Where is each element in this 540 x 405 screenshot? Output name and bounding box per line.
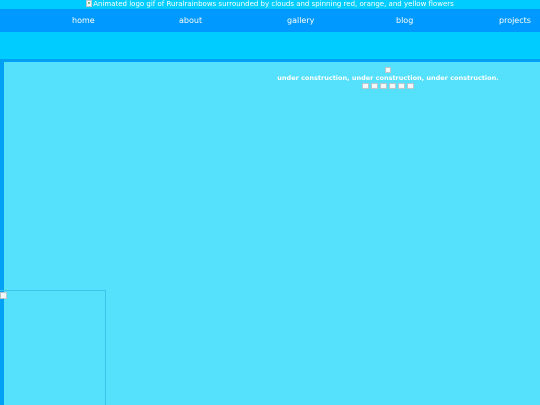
sidebar-box — [0, 290, 106, 405]
broken-image-icon — [407, 83, 414, 89]
under-construction-image-icon — [385, 67, 391, 73]
broken-image-icon — [380, 83, 387, 89]
broken-image-icon — [86, 0, 93, 7]
under-construction-text: under construction, under construction, … — [277, 74, 499, 82]
logo-image-alt-text[interactable]: Animated logo gif of Ruralrainbows surro… — [93, 0, 454, 9]
under-construction-section: under construction, under construction, … — [236, 64, 540, 89]
header: Animated logo gif of Ruralrainbows surro… — [0, 0, 540, 9]
nav-link-gallery[interactable]: gallery — [287, 9, 314, 32]
broken-image-icon — [398, 83, 405, 89]
broken-image-icon — [362, 83, 369, 89]
broken-image-icon — [371, 83, 378, 89]
under-construction-icon-row — [236, 83, 540, 89]
nav-link-about[interactable]: about — [179, 9, 202, 32]
nav-link-blog[interactable]: blog — [396, 9, 413, 32]
broken-image-icon — [0, 292, 7, 299]
broken-image-icon — [389, 83, 396, 89]
nav-link-home[interactable]: home — [72, 9, 95, 32]
nav-bar: home about gallery blog projects — [0, 9, 540, 32]
header-band — [0, 32, 540, 59]
nav-link-projects[interactable]: projects — [499, 9, 531, 32]
